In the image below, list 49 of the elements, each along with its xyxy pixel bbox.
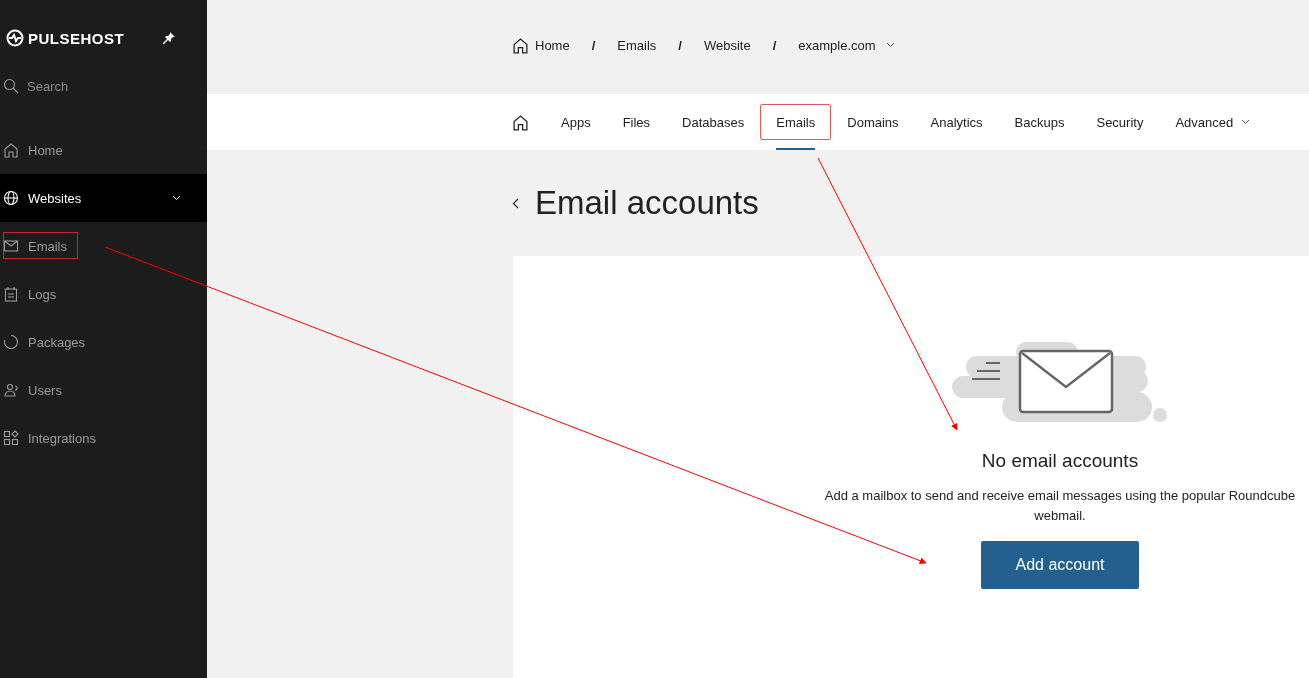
globe-icon	[3, 190, 19, 206]
sidebar-item[interactable]: Integrations	[0, 414, 207, 462]
empty-state-title: No email accounts	[981, 450, 1139, 472]
home-icon	[3, 142, 19, 158]
sidebar-label: Emails	[28, 238, 67, 254]
nav-tab[interactable]: Emails	[760, 94, 832, 150]
add-account-button[interactable]: Add account	[981, 541, 1139, 589]
pin-icon[interactable]	[163, 32, 175, 44]
logo-icon	[6, 29, 24, 47]
page-title: Email accounts	[535, 184, 759, 222]
caret-icon[interactable]	[885, 42, 895, 48]
sidebar-label: Packages	[28, 334, 86, 350]
sidebar-item[interactable]: Home	[0, 126, 207, 174]
nav-tab[interactable]: Files	[606, 94, 667, 150]
sidebar-item[interactable]: Packages	[0, 318, 207, 366]
search-field[interactable]: Search	[27, 78, 177, 94]
sidebar-item[interactable]: Logs	[0, 270, 207, 318]
breadcrumb-separator: /	[677, 37, 683, 53]
nav-tab[interactable]: Security	[1080, 94, 1160, 150]
empty-state-text: Add a mailbox to send and receive email messages using the popular Roundcube webmail.	[823, 487, 1297, 525]
nav-tab[interactable]: Advanced	[1159, 94, 1267, 150]
breadcrumb-link[interactable]: Emails	[617, 37, 657, 53]
nav-tab[interactable]: Domains	[831, 94, 915, 150]
back-icon[interactable]	[512, 197, 519, 209]
home-icon	[512, 36, 529, 54]
grid-icon	[3, 430, 19, 446]
breadcrumb-separator: /	[771, 37, 778, 53]
envelope-icon	[3, 238, 19, 254]
breadcrumb-link[interactable]: example.com	[798, 37, 876, 53]
nav-tab[interactable]: Apps	[545, 94, 607, 150]
calendar-icon	[3, 286, 19, 302]
breadcrumb-separator: /	[590, 37, 597, 53]
sidebar-label: Home	[28, 142, 63, 158]
sidebar-item[interactable]: Emails	[0, 222, 207, 270]
breadcrumb-link[interactable]: Website	[703, 37, 751, 53]
users-icon	[3, 382, 19, 398]
nav-tab[interactable]: Databases	[666, 94, 761, 150]
brand-logo: PULSEHOST	[28, 29, 125, 47]
sidebar-item[interactable]: Websites	[0, 174, 207, 222]
sidebar-label: Websites	[28, 190, 82, 206]
nav-tab[interactable]: Analytics	[914, 94, 999, 150]
home-icon	[512, 113, 529, 131]
breadcrumb-link[interactable]: Home	[535, 37, 570, 53]
nav-tab[interactable]: Backups	[998, 94, 1081, 150]
sidebar-label: Users	[28, 382, 62, 398]
search-icon	[3, 78, 19, 94]
sidebar-label: Integrations	[28, 430, 96, 446]
sidebar-item[interactable]: Users	[0, 366, 207, 414]
sidebar-label: Logs	[28, 286, 57, 302]
